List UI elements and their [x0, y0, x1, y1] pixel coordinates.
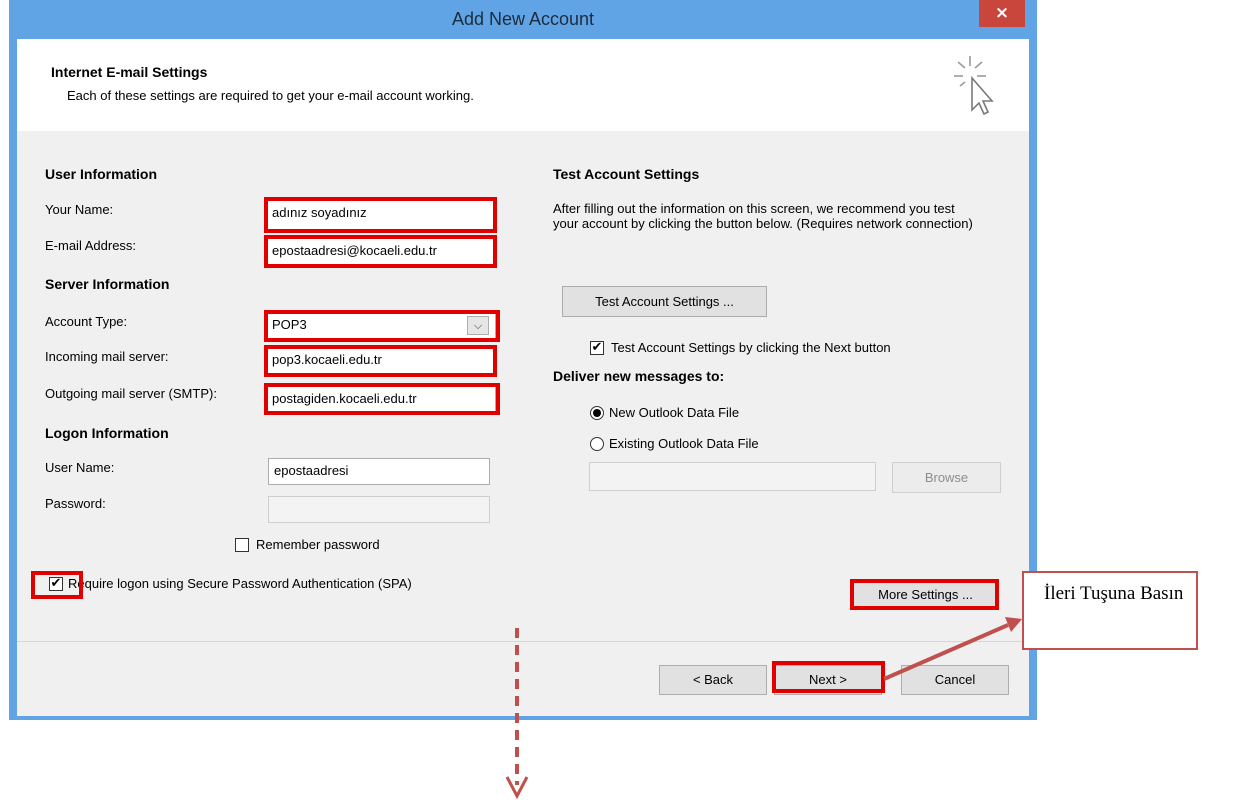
- callout-arrow-line: [883, 623, 1009, 681]
- annotation-arrows: [505, 617, 1022, 800]
- down-arrow-head: [505, 776, 529, 800]
